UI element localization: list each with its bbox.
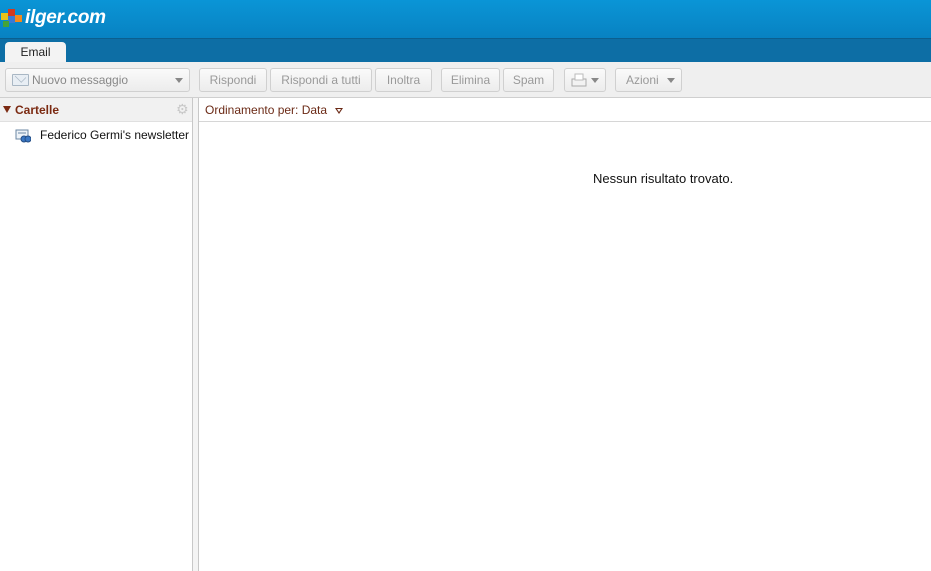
forward-button[interactable]: Inoltra — [375, 68, 432, 92]
move-button[interactable] — [564, 68, 606, 92]
newsletter-folder-icon — [15, 129, 31, 143]
actions-label: Azioni — [626, 73, 659, 87]
folders-header[interactable]: Cartelle ⚙ — [0, 98, 192, 122]
actions-button[interactable]: Azioni — [615, 68, 682, 92]
chevron-down-icon[interactable] — [175, 78, 183, 83]
tab-email[interactable]: Email — [5, 42, 66, 63]
sidebar-item-label: Federico Germi's newsletter — [40, 128, 190, 142]
reply-button[interactable]: Rispondi — [199, 68, 267, 92]
folders-title: Cartelle — [15, 103, 60, 117]
archive-box-icon — [571, 73, 587, 87]
message-list-pane: Ordinamento per: Data Nessun risultato t… — [199, 98, 931, 571]
new-message-label: Nuovo messaggio — [32, 73, 129, 87]
delete-button[interactable]: Elimina — [441, 68, 500, 92]
chevron-down-icon — [667, 78, 675, 83]
app-header: ilger.com — [0, 0, 931, 38]
empty-state-message: Nessun risultato trovato. — [593, 171, 734, 186]
brand-logo[interactable]: ilger.com — [0, 4, 106, 32]
gear-icon[interactable]: ⚙ — [176, 102, 190, 116]
sidebar-item-newsletter[interactable]: Federico Germi's newsletter — [0, 126, 192, 144]
collapse-triangle-icon[interactable] — [3, 106, 11, 113]
folder-sidebar: Cartelle ⚙ Federico Germi's newsletter — [0, 98, 193, 571]
chevron-down-icon — [591, 78, 599, 83]
puzzle-logo-icon — [1, 9, 22, 27]
mail-toolbar: Nuovo messaggio Rispondi Rispondi a tutt… — [0, 62, 931, 98]
sort-selector[interactable]: Ordinamento per: Data — [205, 103, 327, 117]
envelope-icon — [12, 74, 29, 86]
brand-name: ilger.com — [25, 7, 106, 28]
spam-button[interactable]: Spam — [503, 68, 554, 92]
sort-bar: Ordinamento per: Data — [199, 98, 931, 122]
tab-bar: Email — [0, 38, 931, 63]
reply-all-button[interactable]: Rispondi a tutti — [270, 68, 372, 92]
sort-direction-icon[interactable] — [335, 108, 343, 114]
new-message-button[interactable]: Nuovo messaggio — [5, 68, 190, 92]
